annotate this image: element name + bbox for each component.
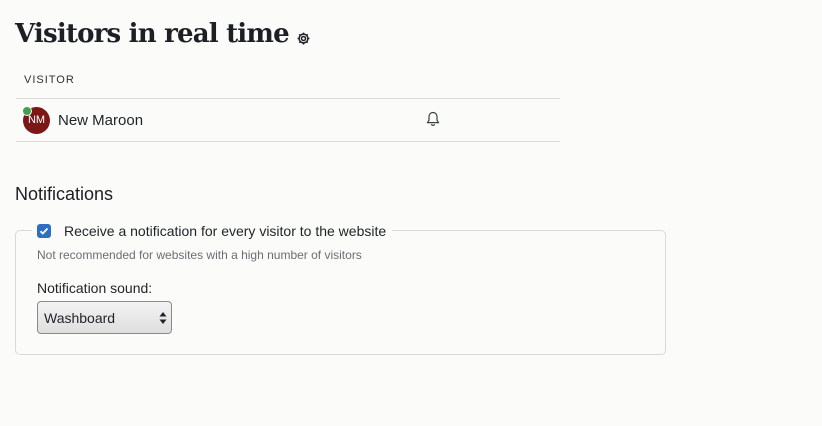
notification-sound-select[interactable]: Washboard <box>37 301 172 334</box>
bell-icon[interactable] <box>426 111 440 127</box>
notifications-fieldset: Receive a notification for every visitor… <box>15 221 666 355</box>
visitor-name: New Maroon <box>58 111 144 129</box>
column-header-visitor: VISITOR <box>16 64 560 99</box>
notification-sound-value: Washboard <box>44 309 116 326</box>
notification-sound-label: Notification sound: <box>37 280 153 296</box>
gear-icon[interactable] <box>296 31 312 47</box>
page-title: Visitors in real time <box>15 19 290 49</box>
helper-text: Not recommended for websites with a high… <box>37 248 362 262</box>
online-status-dot <box>22 105 32 116</box>
every-visitor-checkbox[interactable] <box>37 224 51 238</box>
visitors-table: VISITOR NM New Maroon <box>16 64 560 142</box>
avatar: NM <box>22 105 50 134</box>
select-arrows-icon <box>159 310 167 326</box>
title-row: Visitors in real time <box>15 14 312 54</box>
table-row[interactable]: NM New Maroon <box>16 99 560 142</box>
avatar-initials: NM <box>27 114 46 126</box>
every-visitor-option: Receive a notification for every visitor… <box>32 221 393 241</box>
notifications-heading: Notifications <box>15 184 114 204</box>
every-visitor-label[interactable]: Receive a notification for every visitor… <box>64 223 386 239</box>
page: Visitors in real time VISITOR NM New Mar… <box>0 0 822 426</box>
